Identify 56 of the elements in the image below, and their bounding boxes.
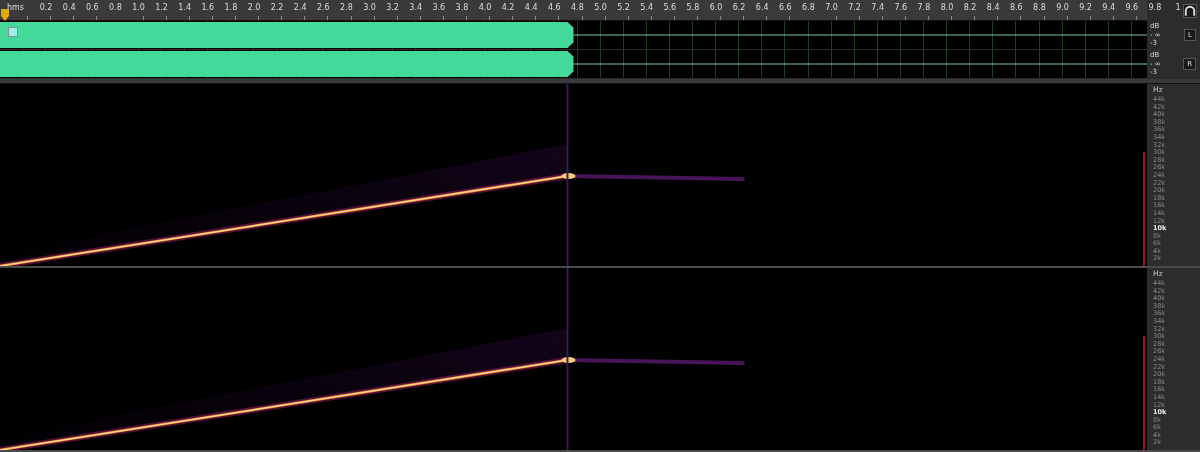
time-tick-label: 0.6 [85,3,99,12]
time-tick-label: 6.2 [732,3,746,12]
time-tick-label: 2.4 [293,3,307,12]
time-tick-label: 1.8 [224,3,238,12]
time-tick-label: 9.0 [1056,3,1069,12]
time-tick-label: 9.8 [1148,3,1162,12]
time-tick-label: 4.6 [547,3,561,12]
time-tick-label: 2.8 [340,3,353,12]
playhead-marker-icon[interactable] [1,9,9,21]
time-tick-label: 1.2 [155,3,168,12]
time-tick-label: 3.2 [386,3,399,12]
time-tick-label: 5.4 [640,3,654,12]
time-tick-label: 6.6 [778,3,792,12]
waveform-track[interactable] [0,21,1147,49]
time-tick-label: 5.6 [663,3,677,12]
time-tick-label: 5.8 [686,3,700,12]
time-tick-label: 8.4 [986,3,1000,12]
time-tick-label: 5.2 [617,3,630,12]
time-tick-label: 4.8 [571,3,584,12]
time-tick-label: 1.4 [178,3,192,12]
time-tick-label: 2.2 [270,3,284,12]
time-tick-label: 3.4 [409,3,423,12]
time-tick-label: 8.8 [1033,3,1046,12]
time-tick-label: 8.2 [963,3,977,12]
time-tick-label: 0.4 [62,3,76,12]
time-tick-label: 6.0 [709,3,723,12]
time-tick-label: 0.8 [109,3,122,12]
time-tick-label: 7.4 [871,3,885,12]
time-tick-label: 4.4 [524,3,538,12]
time-tick-label: 2.6 [316,3,330,12]
time-tick-label: 9.2 [1079,3,1092,12]
time-tick-label: 1 [1175,3,1181,12]
time-tick-label: 3.0 [363,3,376,12]
time-tick-label: 8.6 [1009,3,1023,12]
time-tick-label: 8.0 [940,3,954,12]
time-tick-label: 4.0 [478,3,492,12]
time-tick-label: 6.8 [802,3,815,12]
time-tick-label: 3.8 [455,3,469,12]
time-tick-label: 3.6 [432,3,446,12]
time-tick-label: 0.2 [39,3,53,12]
time-tick-label: 7.6 [894,3,908,12]
time-tick-label: 9.4 [1102,3,1116,12]
time-tick-label: 1.6 [201,3,215,12]
time-tick-label: 7.2 [848,3,861,12]
time-tick-label: 2.0 [247,3,261,12]
time-tick-label: 1.0 [132,3,145,12]
time-tick-label: 9.6 [1125,3,1139,12]
time-tick-label: 7.8 [917,3,931,12]
time-tick-label: 5.0 [594,3,607,12]
headphones-icon[interactable] [1183,3,1197,18]
clip-handle-icon[interactable] [8,27,18,37]
time-tick-label: 4.2 [501,3,515,12]
time-unit-label: hms [7,3,25,12]
time-tick-label: 7.0 [825,3,838,12]
time-tick-label: 6.4 [755,3,769,12]
waveform-track[interactable] [0,50,1147,78]
